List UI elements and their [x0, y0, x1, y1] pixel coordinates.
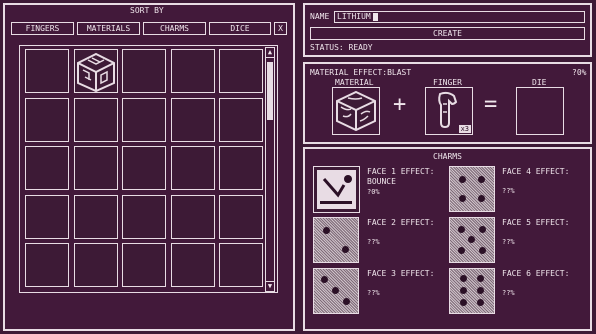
equals-sign: =	[484, 92, 498, 117]
effect-percent: ?0%	[572, 68, 587, 77]
face-2-label: FACE 2 EFFECT:	[367, 218, 435, 227]
inventory-slot[interactable]	[219, 97, 263, 142]
face-1-effect: BOUNCE	[367, 177, 396, 186]
face-3-label: FACE 3 EFFECT:	[367, 269, 435, 278]
material-cube-icon[interactable]	[74, 50, 118, 94]
face-2-value: ??%	[367, 238, 380, 246]
face-1-label: FACE 1 EFFECT:	[367, 167, 435, 176]
scroll-down-button[interactable]: ▼	[265, 281, 275, 292]
pip	[323, 227, 330, 234]
face-3-value: ??%	[367, 289, 380, 297]
inventory-slot[interactable]	[122, 243, 166, 287]
pip	[468, 236, 475, 243]
inventory-slot[interactable]	[219, 243, 263, 287]
inventory-slot[interactable]	[122, 194, 166, 239]
name-label: NAME	[310, 12, 330, 21]
close-button[interactable]: X	[274, 22, 287, 35]
material-cube-icon	[336, 90, 376, 132]
pip	[479, 226, 486, 233]
name-value: LITHIUM	[337, 12, 371, 21]
pip	[458, 247, 465, 254]
inventory-slot[interactable]	[170, 146, 215, 190]
status-text: STATUS: READY	[310, 43, 373, 52]
inventory-slot[interactable]	[25, 243, 69, 287]
pip	[477, 275, 484, 282]
inventory-slot[interactable]	[73, 146, 118, 190]
pip	[460, 299, 467, 306]
inventory-slot[interactable]	[25, 146, 69, 190]
tab-charms[interactable]: CHARMS	[143, 22, 206, 35]
face-1-value: ?0%	[367, 188, 380, 196]
face-5-label: FACE 5 EFFECT:	[502, 218, 570, 227]
inventory-slot[interactable]	[122, 49, 166, 93]
inventory-slot[interactable]	[170, 97, 215, 142]
create-button[interactable]: CREATE	[310, 27, 585, 40]
pip	[459, 195, 466, 202]
scrollbar-thumb[interactable]	[267, 62, 273, 120]
die-result-slot[interactable]	[516, 87, 564, 135]
inventory-slot[interactable]	[170, 49, 215, 93]
tab-materials[interactable]: MATERIALS	[77, 22, 140, 35]
charms-title: CHARMS	[433, 152, 462, 161]
name-input[interactable]: LITHIUM	[334, 11, 585, 23]
face-6-value: ??%	[502, 289, 515, 297]
face-6-label: FACE 6 EFFECT:	[502, 269, 570, 278]
inventory-slot[interactable]	[73, 243, 118, 287]
face-3-die[interactable]	[313, 268, 359, 314]
pip	[321, 276, 328, 283]
pip	[342, 246, 349, 253]
pip	[458, 226, 465, 233]
plus-sign: +	[393, 92, 407, 117]
pip	[332, 287, 339, 294]
face-4-die[interactable]	[449, 166, 495, 212]
pip	[343, 298, 350, 305]
face-6-die[interactable]	[449, 268, 495, 314]
sort-title: SORT BY	[130, 6, 164, 15]
finger-count-badge: x3	[458, 125, 471, 133]
inventory-slot[interactable]	[170, 194, 215, 239]
inventory-slot[interactable]	[25, 97, 69, 142]
scroll-up-button[interactable]: ▲	[265, 47, 275, 58]
face-5-die[interactable]	[449, 217, 495, 263]
inventory-slot[interactable]	[219, 146, 263, 190]
tab-dice[interactable]: DICE	[209, 22, 271, 35]
pip	[477, 287, 484, 294]
pip	[477, 299, 484, 306]
pip	[459, 176, 466, 183]
pip	[478, 195, 485, 202]
inventory-slot[interactable]	[219, 194, 263, 239]
tab-fingers[interactable]: FINGERS	[11, 22, 74, 35]
material-effect: MATERIAL EFFECT:BLAST	[310, 68, 412, 77]
inventory-slot[interactable]	[170, 243, 215, 287]
inventory-slot[interactable]	[122, 146, 166, 190]
face-1-slot[interactable]	[313, 166, 360, 213]
face-5-value: ??%	[502, 238, 515, 246]
inventory-slot[interactable]	[25, 194, 69, 239]
inventory-slot[interactable]	[25, 49, 69, 93]
pip	[478, 176, 485, 183]
text-cursor	[373, 13, 378, 21]
inventory-slot[interactable]	[122, 97, 166, 142]
inventory-slot[interactable]	[73, 194, 118, 239]
finger-slot[interactable]: x3	[425, 87, 473, 135]
pip	[460, 275, 467, 282]
pip	[479, 247, 486, 254]
face-4-value: ??%	[502, 187, 515, 195]
material-slot[interactable]	[332, 87, 380, 135]
bounce-charm-icon	[317, 170, 356, 209]
pip	[460, 287, 467, 294]
face-2-die[interactable]	[313, 217, 359, 263]
inventory-slot[interactable]	[73, 97, 118, 142]
inventory-slot[interactable]	[219, 49, 263, 93]
face-4-label: FACE 4 EFFECT:	[502, 167, 570, 176]
